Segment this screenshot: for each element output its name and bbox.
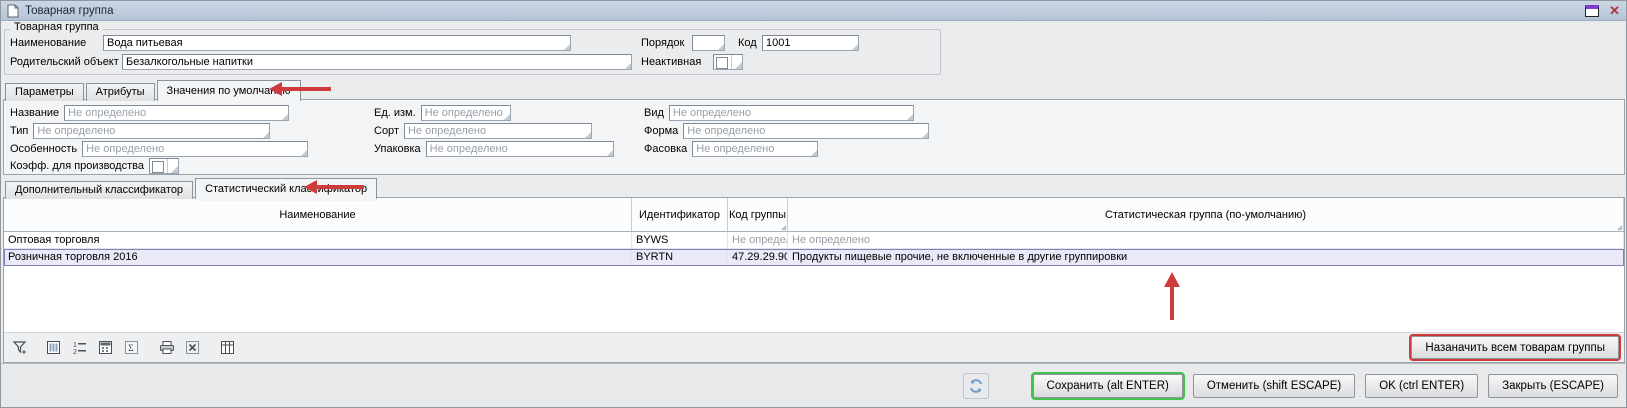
svg-text:1: 1 <box>73 342 77 349</box>
table-row-wholesale[interactable]: Оптовая торговля BYWS Не определ... Не о… <box>4 232 1624 249</box>
cell-stat-group: Продукты пищевые прочие, не включенные в… <box>788 249 1624 265</box>
type-default-field[interactable] <box>33 123 270 139</box>
title-bar: Товарная группа ✕ <box>1 1 1626 21</box>
refresh-button[interactable] <box>963 373 989 399</box>
cell-name: Розничная торговля 2016 <box>4 249 632 265</box>
footer-bar: Сохранить (alt ENTER) Отменить (shift ES… <box>1 363 1626 407</box>
svg-text:2: 2 <box>73 349 77 355</box>
row-numbers-icon[interactable]: 12 <box>68 336 91 359</box>
sum-icon[interactable]: Σ <box>120 336 143 359</box>
assign-to-all-goods-button[interactable]: Назаначить всем товарам группы <box>1411 336 1619 359</box>
cell-group-code: Не определ... <box>728 232 788 248</box>
save-button[interactable]: Сохранить (alt ENTER) <box>1033 374 1183 398</box>
tab-attributes[interactable]: Атрибуты <box>86 83 155 101</box>
column-header-name[interactable]: Наименование <box>4 198 632 231</box>
product-group-dialog: Товарная группа ✕ Товарная группа Наимен… <box>0 0 1627 408</box>
order-input[interactable] <box>693 36 724 50</box>
feature-default-field[interactable] <box>82 141 308 157</box>
svg-text:Σ: Σ <box>128 343 133 353</box>
code-input[interactable] <box>763 36 858 50</box>
portioning-default-field[interactable] <box>692 141 818 157</box>
cell-stat-group: Не определено <box>788 232 1624 248</box>
coef-label: Коэфф. для производства <box>10 160 144 172</box>
packaging-default-field[interactable] <box>426 141 614 157</box>
close-icon[interactable]: ✕ <box>1609 5 1620 17</box>
type-default-input[interactable] <box>34 124 269 138</box>
order-field[interactable] <box>692 35 725 51</box>
code-label: Код <box>738 37 757 49</box>
packaging-default-input[interactable] <box>427 142 613 156</box>
name-field[interactable] <box>103 35 571 51</box>
unit-default-field[interactable] <box>421 105 511 121</box>
parent-input[interactable] <box>123 55 631 69</box>
main-tabbar: Параметры Атрибуты Значения по умолчанию <box>5 80 303 101</box>
tab-default-values[interactable]: Значения по умолчанию <box>157 80 301 101</box>
feature-default-input[interactable] <box>83 142 307 156</box>
classifier-tabbar: Дополнительный классификатор Статистичес… <box>5 178 379 199</box>
form-default-input[interactable] <box>684 124 928 138</box>
cell-group-code: 47.29.29.900 <box>728 249 788 265</box>
code-field[interactable] <box>762 35 859 51</box>
group-box-legend: Товарная группа <box>10 21 103 33</box>
tab-statistical-classifier[interactable]: Статистический классификатор <box>195 178 377 199</box>
column-header-identifier[interactable]: Идентификатор <box>632 198 728 231</box>
sort-default-field[interactable] <box>404 123 592 139</box>
columns-icon[interactable] <box>42 336 65 359</box>
statistical-classifier-panel: Наименование Идентификатор Код группы Ст… <box>3 197 1625 363</box>
form-default-field[interactable] <box>683 123 929 139</box>
inactive-checkbox[interactable] <box>713 54 743 70</box>
cell-name: Оптовая торговля <box>4 232 632 248</box>
cell-identifier: BYRTN <box>632 249 728 265</box>
field-label: Название <box>10 107 59 119</box>
maximize-icon[interactable] <box>1585 5 1599 17</box>
field-label: Упаковка <box>374 143 421 155</box>
table-empty-area <box>4 266 1624 332</box>
default-values-panel: Название Ед. изм. Вид Тип Сорт Форма Осо… <box>3 99 1625 175</box>
filter-icon[interactable] <box>8 336 31 359</box>
kind-default-field[interactable] <box>669 105 914 121</box>
excel-export-icon[interactable] <box>181 336 204 359</box>
sort-default-input[interactable] <box>405 124 591 138</box>
field-label: Тип <box>10 125 28 137</box>
print-icon[interactable] <box>155 336 178 359</box>
name-input[interactable] <box>104 36 570 50</box>
cell-identifier: BYWS <box>632 232 728 248</box>
inactive-label: Неактивная <box>641 56 701 68</box>
grid-settings-icon[interactable] <box>216 336 239 359</box>
portioning-default-input[interactable] <box>693 142 817 156</box>
tab-parameters[interactable]: Параметры <box>5 83 84 101</box>
ok-button[interactable]: OK (ctrl ENTER) <box>1365 374 1478 398</box>
table-toolbar: 12 Σ Назаначить всем товарам группы <box>4 332 1624 362</box>
name-label: Наименование <box>10 37 86 49</box>
parent-field[interactable] <box>122 54 632 70</box>
kind-default-input[interactable] <box>670 106 913 120</box>
column-header-group-code[interactable]: Код группы <box>728 198 788 231</box>
field-label: Ед. изм. <box>374 107 416 119</box>
close-button[interactable]: Закрыть (ESCAPE) <box>1488 374 1618 398</box>
tab-additional-classifier[interactable]: Дополнительный классификатор <box>5 181 193 199</box>
title-default-field[interactable] <box>64 105 289 121</box>
column-header-stat-group[interactable]: Статистическая группа (по-умолчанию) <box>788 198 1624 231</box>
field-label: Форма <box>644 125 678 137</box>
window-title: Товарная группа <box>25 5 114 17</box>
refresh-icon <box>969 379 983 393</box>
field-label: Вид <box>644 107 664 119</box>
field-label: Сорт <box>374 125 399 137</box>
cancel-button[interactable]: Отменить (shift ESCAPE) <box>1193 374 1355 398</box>
title-default-input[interactable] <box>65 106 288 120</box>
calculator-icon[interactable] <box>94 336 117 359</box>
field-label: Фасовка <box>644 143 687 155</box>
parent-label: Родительский объект <box>10 56 119 68</box>
table-row-retail-2016[interactable]: Розничная торговля 2016 BYRTN 47.29.29.9… <box>4 249 1624 266</box>
document-icon <box>7 4 19 18</box>
table-header: Наименование Идентификатор Код группы Ст… <box>4 198 1624 232</box>
coef-checkbox[interactable] <box>149 158 179 174</box>
unit-default-input[interactable] <box>422 106 510 120</box>
field-label: Особенность <box>10 143 77 155</box>
order-label: Порядок <box>641 37 684 49</box>
